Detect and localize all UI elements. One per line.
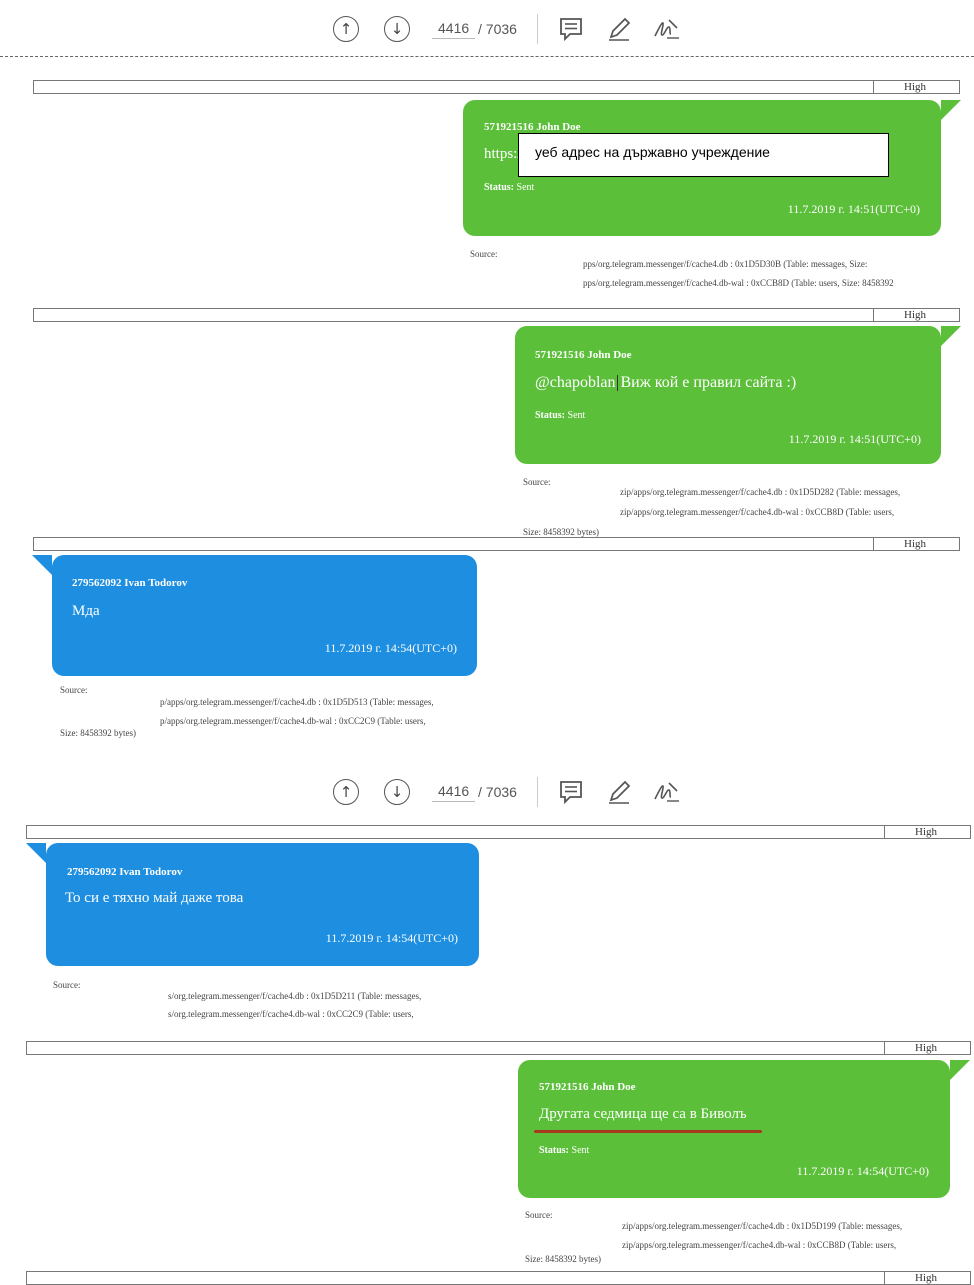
priority-label: High: [873, 80, 959, 94]
message-bubble-sent: 571921516 John Doe @chapoblan Виж кой е п…: [515, 326, 961, 464]
priority-label: High: [884, 825, 970, 839]
priority-bar: High: [26, 825, 971, 839]
comment-icon[interactable]: [556, 777, 586, 807]
priority-label: High: [884, 1271, 970, 1285]
source-label: Source:: [470, 249, 498, 259]
redaction-note: уеб адрес на държавно учреждение: [518, 133, 889, 177]
bubble-tail: [32, 555, 52, 575]
message-status: Status: Sent: [484, 182, 535, 193]
source-line: Size: 8458392 bytes): [525, 1254, 601, 1264]
pdf-toolbar: ↑ ↓ 4416 / 7036: [0, 0, 974, 56]
source-line: zip/apps/org.telegram.messenger/f/cache4…: [622, 1240, 897, 1250]
priority-bar: High: [33, 537, 960, 551]
source-label: Source:: [523, 477, 551, 487]
toolbar-divider: [537, 777, 538, 807]
pen-icon[interactable]: [604, 14, 634, 44]
source-line: zip/apps/org.telegram.messenger/f/cache4…: [622, 1221, 903, 1231]
message-timestamp: 11.7.2019 г. 14:54(UTC+0): [325, 931, 458, 945]
priority-bar: High: [33, 80, 960, 94]
toolbar-divider: [537, 14, 538, 44]
arrow-up-circle-icon[interactable]: ↑: [333, 16, 359, 42]
source-line: p/apps/org.telegram.messenger/f/cache4.d…: [160, 697, 434, 707]
source-line: pps/org.telegram.messenger/f/cache4.db :…: [583, 259, 868, 269]
message-bubble-sent: 571921516 John Doe Другата седмица ще са…: [518, 1060, 970, 1198]
message-status: Status: Sent: [535, 410, 586, 421]
bubble-tail: [941, 100, 961, 120]
message-bubble-sent: 571921516 John Doe https:/ уеб адрес на …: [463, 100, 961, 236]
source-line: s/org.telegram.messenger/f/cache4.db : 0…: [168, 991, 422, 1001]
arrow-down-circle-icon[interactable]: ↓: [384, 779, 410, 805]
arrow-down-circle-icon[interactable]: ↓: [384, 16, 410, 42]
page-total: / 7036: [478, 784, 517, 800]
pdf-toolbar: ↑ ↓ 4416 / 7036: [0, 763, 974, 818]
message-text: @chapoblan Виж кой е правил сайта :): [535, 374, 797, 392]
priority-bar: High: [26, 1041, 971, 1055]
handwritten-underline: [534, 1130, 762, 1133]
source-line: pps/org.telegram.messenger/f/cache4.db-w…: [583, 278, 894, 288]
source-line: zip/apps/org.telegram.messenger/f/cache4…: [620, 507, 895, 517]
source-label: Source:: [60, 685, 88, 695]
message-bubble-received: 279562092 Ivan Todorov Мда 11.7.2019 г. …: [32, 555, 477, 676]
message-timestamp: 11.7.2019 г. 14:54(UTC+0): [796, 1164, 929, 1178]
priority-bar: High: [33, 308, 960, 322]
message-sender: 279562092 Ivan Todorov: [67, 866, 183, 878]
message-sender: 571921516 John Doe: [539, 1081, 636, 1093]
source-line: zip/apps/org.telegram.messenger/f/cache4…: [620, 487, 901, 497]
pen-icon[interactable]: [604, 777, 634, 807]
message-text: То си е тяхно май даже това: [65, 890, 244, 906]
arrow-up-circle-icon[interactable]: ↑: [333, 779, 359, 805]
message-sender: 571921516 John Doe: [484, 121, 581, 133]
message-timestamp: 11.7.2019 г. 14:51(UTC+0): [788, 432, 921, 446]
priority-label: High: [873, 308, 959, 322]
message-text: Мда: [72, 603, 100, 619]
page-total: / 7036: [478, 21, 517, 37]
page-number-input[interactable]: 4416: [432, 20, 476, 39]
page-break-line: [0, 56, 974, 57]
bubble-tail: [26, 843, 46, 863]
signature-icon[interactable]: [651, 14, 681, 44]
bubble-tail: [941, 326, 961, 346]
message-bubble-received: 279562092 Ivan Todorov То си е тяхно май…: [26, 843, 479, 966]
message-timestamp: 11.7.2019 г. 14:54(UTC+0): [324, 641, 457, 655]
source-line: p/apps/org.telegram.messenger/f/cache4.d…: [160, 716, 426, 726]
source-line: Size: 8458392 bytes): [523, 527, 599, 537]
message-text: Другата седмица ще са в Биволъ: [539, 1106, 747, 1122]
priority-bar: High: [26, 1271, 971, 1285]
source-label: Source:: [525, 1210, 553, 1220]
priority-label: High: [873, 537, 959, 551]
priority-label: High: [884, 1041, 970, 1055]
comment-icon[interactable]: [556, 14, 586, 44]
bubble-tail: [950, 1060, 970, 1080]
signature-icon[interactable]: [651, 777, 681, 807]
message-sender: 279562092 Ivan Todorov: [72, 577, 188, 589]
source-label: Source:: [53, 980, 81, 990]
page-number-input[interactable]: 4416: [432, 783, 476, 802]
message-status: Status: Sent: [539, 1145, 590, 1156]
message-timestamp: 11.7.2019 г. 14:51(UTC+0): [787, 202, 920, 216]
message-sender: 571921516 John Doe: [535, 349, 632, 361]
source-line: Size: 8458392 bytes): [60, 728, 136, 738]
source-line: s/org.telegram.messenger/f/cache4.db-wal…: [168, 1009, 414, 1019]
text-cursor: [617, 375, 619, 392]
message-text: https:/: [484, 146, 522, 162]
